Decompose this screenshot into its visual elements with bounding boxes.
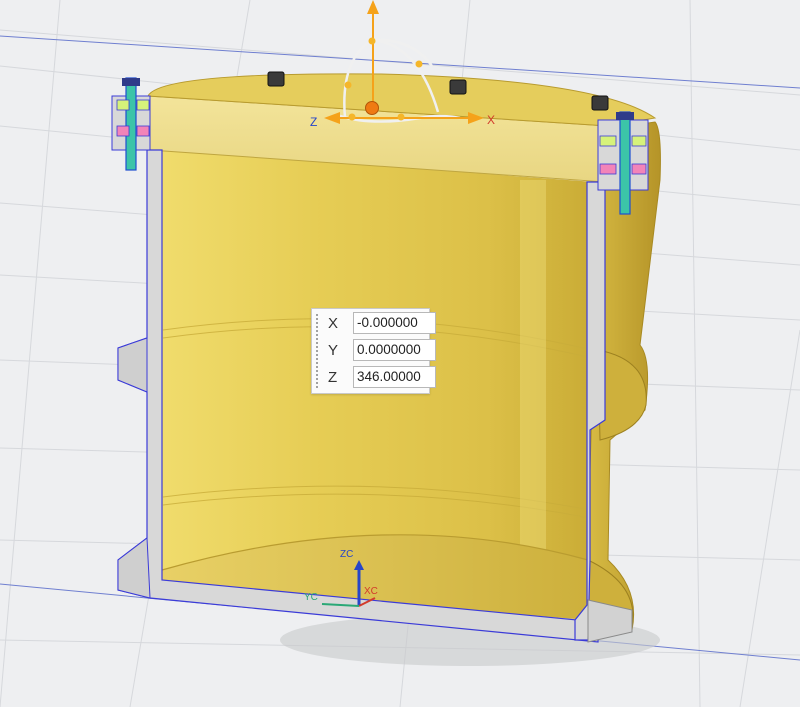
panel-drag-grip[interactable]	[315, 313, 319, 389]
wcs-zc-label: ZC	[340, 549, 353, 560]
left-section-base	[117, 537, 151, 599]
y-coordinate-label: Y	[328, 342, 339, 359]
x-coordinate-label: X	[328, 315, 339, 332]
graphics-window[interactable]: X Z ZC XC YC X -0.000000 Y 0.0000000 Z 3…	[0, 0, 800, 707]
z-coordinate-label: Z	[328, 369, 338, 386]
coord-row-y: Y 0.0000000	[322, 339, 436, 363]
inner-highlight	[520, 180, 546, 580]
handle-z-label: Z	[310, 115, 317, 129]
x-coordinate-input[interactable]: -0.000000	[353, 312, 436, 334]
coordinate-input-panel: X -0.000000 Y 0.0000000 Z 346.00000	[311, 308, 436, 394]
coord-row-x: X -0.000000	[322, 312, 436, 336]
rotation-ball-front[interactable]	[397, 113, 405, 121]
wcs-yc-label: YC	[304, 592, 318, 603]
rotation-ball-side[interactable]	[348, 113, 356, 121]
origin-handle[interactable]	[365, 101, 379, 115]
coord-row-z: Z 346.00000	[322, 366, 436, 390]
y-coordinate-input[interactable]: 0.0000000	[353, 339, 436, 361]
rotation-ball-left[interactable]	[344, 81, 352, 89]
z-coordinate-input[interactable]: 346.00000	[353, 366, 436, 388]
handle-x-label: X	[487, 113, 495, 127]
left-section-flange-mid	[117, 337, 148, 393]
wcs-xc-label: XC	[364, 586, 378, 597]
rotation-ball-top[interactable]	[368, 37, 376, 45]
rotation-ball-right[interactable]	[415, 60, 423, 68]
left-bolt-assembly	[111, 77, 151, 171]
z-arrow-handle[interactable]	[367, 0, 379, 14]
